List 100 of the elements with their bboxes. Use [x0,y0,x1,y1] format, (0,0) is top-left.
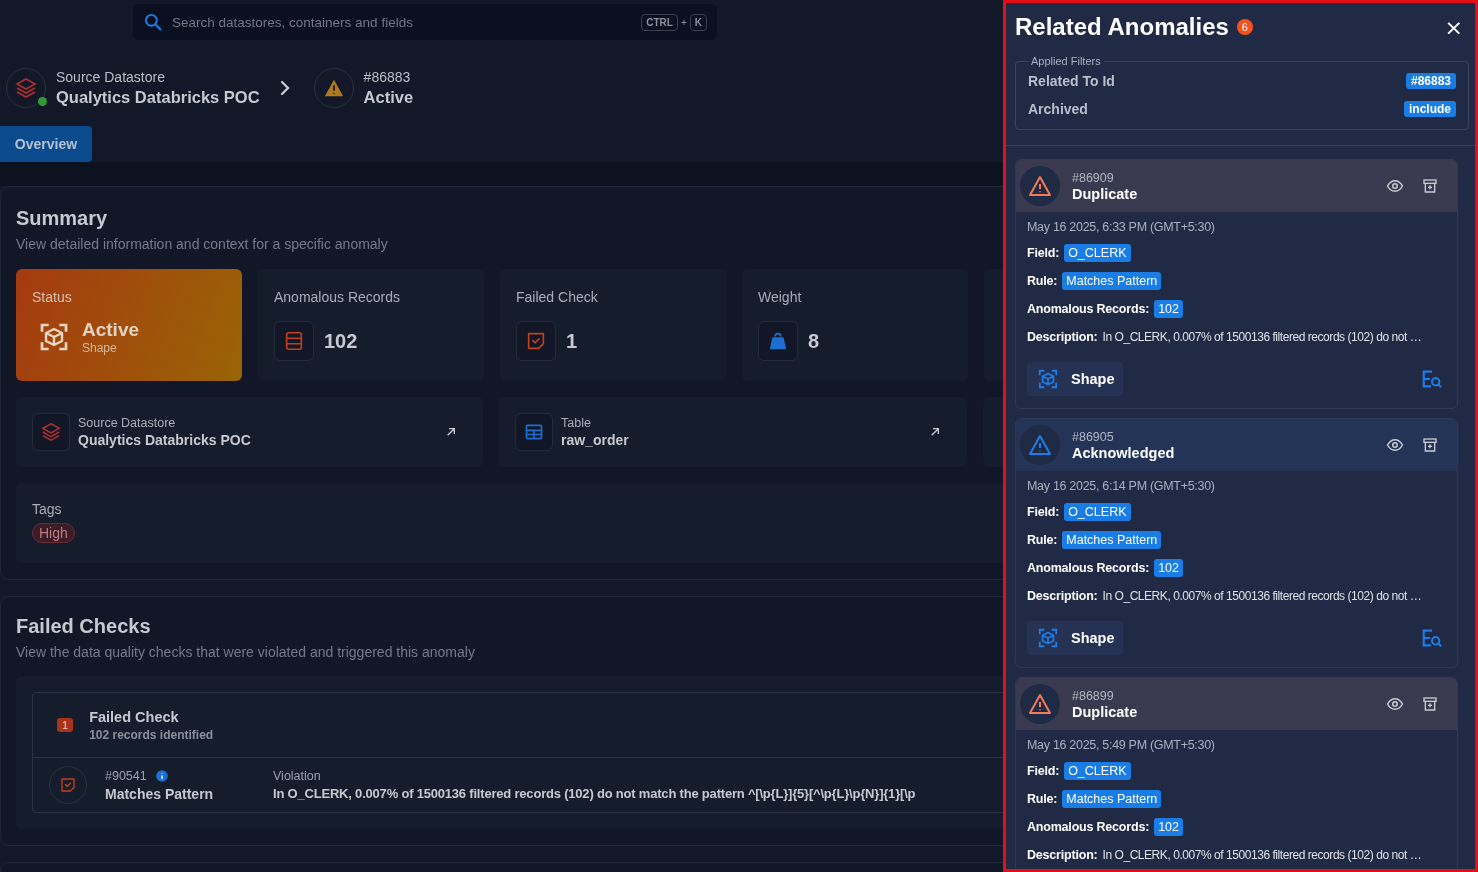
link-value: Qualytics Databricks POC [78,432,252,448]
description-text: In O_CLERK, 0.007% of 1500136 filtered records (102) do not … [1102,848,1422,862]
filter-chip[interactable]: include [1404,101,1456,117]
section-subtitle: View detailed information and context for a specific anomaly [16,236,389,252]
group-subtitle: 102 records identified [89,727,214,742]
warning-icon [1028,433,1052,457]
value-chip: Matches Pattern [1062,272,1162,290]
anomaly-card[interactable]: #86899 Duplicate May 16 2025, 5:49 PM (GMT+5:30) Field: O_CLERK Rule: Matches Pattern Anomalous Records: 102 Description: In O_CLERK, 0.007% of 1500136 filtered records (102) do not … [1015,677,1458,869]
value-chip: Matches Pattern [1062,790,1162,808]
value-chip: O_CLERK [1064,503,1131,521]
eye-icon [1386,695,1404,713]
section-subtitle: View the data quality checks that were violated and triggered this anomaly [16,644,476,660]
crumb-label: Source Datastore [56,69,166,85]
value-chip: O_CLERK [1064,244,1131,262]
stat-label: Failed Check [516,289,599,305]
violation-text: In O_CLERK, 0.007% of 1500136 filtered records (102) do not match the pattern ^[\p{L}]{5}[^\p{L}\p{N}]{1}[\p [273,786,916,801]
tag-chip[interactable]: High [32,523,75,543]
cube-icon [1037,627,1059,649]
anomaly-date: May 16 2025, 6:33 PM (GMT+5:30) [1027,220,1216,234]
filter-chip[interactable]: #86883 [1405,73,1456,89]
field-label: Anomalous Records: [1027,561,1150,575]
crumb-link[interactable]: Qualytics Databricks POC [56,88,260,107]
check-name: Matches Pattern [105,785,215,802]
link-card[interactable]: Source Datastore Qualytics Databricks POC [16,397,483,467]
anomaly-id: #86905 [1072,429,1115,444]
field-label: Field: [1027,505,1060,519]
anomaly-status: Acknowledged [1072,444,1176,461]
archive-icon [1422,696,1438,712]
anomaly-status: Duplicate [1072,185,1139,202]
value-chip: O_CLERK [1064,762,1131,780]
tags-label: Tags [32,501,63,517]
stat-value: 1 [566,329,578,353]
value-chip: 102 [1154,818,1183,836]
value-chip: 102 [1154,559,1183,577]
check-icon [59,776,77,794]
anomaly-card[interactable]: #86905 Acknowledged May 16 2025, 6:14 PM (GMT+5:30) Field: O_CLERK Rule: Matches Pattern Anomalous Records: 102 Description: In O_CLERK, 0.007% of 1500136 filtered records (102) do not … Shape [1015,418,1458,668]
link-label: Table [561,416,592,430]
anomaly-date: May 16 2025, 6:14 PM (GMT+5:30) [1027,479,1216,493]
link-value: raw_order [561,432,630,448]
group-title: Failed Check [89,708,180,725]
warning-icon [1028,692,1052,716]
field-label: Rule: [1027,274,1058,288]
count-badge: 1 [57,718,74,732]
stat-label: Status [32,289,73,305]
anomaly-status: Active [363,88,414,107]
stack-icon [14,76,38,100]
link-card[interactable]: Table raw_order [499,397,967,467]
explore-icon [1421,627,1443,649]
check-icon [525,330,547,352]
violation-label: Violation [273,769,322,783]
filter-label: Archived [1028,101,1088,117]
stack-icon [40,421,62,443]
explore-icon [1421,368,1443,390]
archive-icon [1422,437,1438,453]
value-chip: Matches Pattern [1062,531,1162,549]
description-text: In O_CLERK, 0.007% of 1500136 filtered records (102) do not … [1102,589,1422,603]
records-icon [283,330,305,352]
warning-icon [1028,174,1052,198]
field-label: Anomalous Records: [1027,302,1150,316]
stat-label: Weight [758,289,803,305]
plus-sign: + [680,16,687,28]
field-label: Description: [1027,330,1098,344]
type-label: Shape [1071,630,1115,646]
info-icon [154,768,169,783]
anomaly-card[interactable]: #86909 Duplicate May 16 2025, 6:33 PM (GMT+5:30) Field: O_CLERK Rule: Matches Pattern Anomalous Records: 102 Description: In O_CLERK, 0.007% of 1500136 filtered records (102) do not … Shape [1015,159,1458,409]
cube-icon [1037,368,1059,390]
shortcut-key: CTRL [641,13,678,31]
shortcut-key: K [689,13,707,31]
field-label: Field: [1027,764,1060,778]
stat-value: 8 [808,329,820,353]
table-icon [524,422,544,442]
anomaly-date: May 16 2025, 5:49 PM (GMT+5:30) [1027,738,1216,752]
drawer-title: Related Anomalies [1015,13,1229,41]
status-type: Shape [82,341,118,355]
filter-label: Related To Id [1028,73,1115,89]
anomaly-id: #86899 [1072,688,1115,703]
anomaly-id: #86909 [1072,170,1115,185]
search-icon [143,12,163,32]
status-value: Active [82,319,140,341]
filters-legend: Applied Filters [1028,55,1104,67]
field-label: Rule: [1027,533,1058,547]
close-button[interactable]: × [1442,14,1465,40]
section-title: Summary [16,207,109,230]
tab[interactable]: Overview [0,126,92,162]
stat-label: Anomalous Records [274,289,402,305]
value-chip: 102 [1154,300,1183,318]
description-text: In O_CLERK, 0.007% of 1500136 filtered records (102) do not … [1102,330,1422,344]
stat-value: 102 [324,329,358,353]
archive-icon [1422,178,1438,194]
link-label: Source Datastore [78,416,177,430]
eye-icon [1386,436,1404,454]
field-label: Rule: [1027,792,1058,806]
type-label: Shape [1071,371,1115,387]
field-label: Anomalous Records: [1027,820,1150,834]
field-label: Description: [1027,848,1098,862]
check-id[interactable]: #90541 [105,768,147,783]
weight-icon [767,330,789,352]
count-badge: 6 [1236,19,1253,35]
search-field[interactable]: Search datastores, containers and fields CTRL + K [133,4,717,40]
cube-icon [38,321,70,353]
